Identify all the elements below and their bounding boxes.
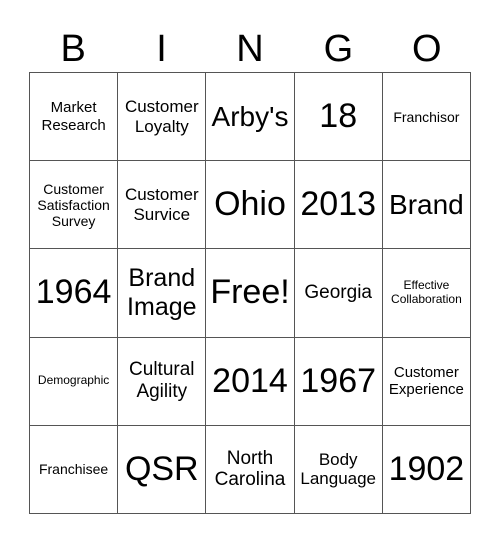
header-letter-i: I	[156, 28, 167, 70]
bingo-cell[interactable]: Franchisee	[30, 425, 119, 514]
bingo-cell[interactable]: 2013	[294, 161, 383, 250]
bingo-cell[interactable]: Customer Satisfaction Survey	[30, 161, 119, 250]
bingo-cell[interactable]: 1902	[382, 425, 471, 514]
bingo-cell[interactable]: 2014	[206, 337, 295, 426]
bingo-cell[interactable]: Cultural Agility	[118, 337, 207, 426]
header-letter-g: G	[323, 28, 354, 70]
bingo-cell[interactable]: Brand Image	[118, 249, 207, 338]
bingo-cell[interactable]: North Carolina	[206, 425, 295, 514]
bingo-cell[interactable]: 1964	[30, 249, 119, 338]
header-letter-o: O	[411, 28, 442, 70]
bingo-cell[interactable]: Ohio	[206, 161, 295, 250]
free-space[interactable]: Free!	[206, 249, 295, 338]
bingo-cell[interactable]: Arby's	[206, 73, 295, 162]
bingo-card: Market Research Customer Loyalty Arby's …	[29, 72, 471, 514]
bingo-cell[interactable]: QSR	[118, 425, 207, 514]
bingo-cell[interactable]: Body Language	[294, 425, 383, 514]
bingo-cell[interactable]: Georgia	[294, 249, 383, 338]
header-letter-b: B	[60, 28, 86, 70]
bingo-cell[interactable]: 1967	[294, 337, 383, 426]
bingo-cell[interactable]: 18	[294, 73, 383, 162]
bingo-cell[interactable]: Franchisor	[382, 73, 471, 162]
bingo-cell[interactable]: Demographic	[30, 337, 119, 426]
bingo-cell[interactable]: Customer Loyalty	[118, 73, 207, 162]
bingo-cell[interactable]: Customer Survice	[118, 161, 207, 250]
bingo-cell[interactable]: Market Research	[30, 73, 119, 162]
bingo-cell[interactable]: Effective Collaboration	[382, 249, 471, 338]
bingo-cell[interactable]: Customer Experience	[382, 337, 471, 426]
header-letter-n: N	[236, 28, 264, 70]
bingo-header: B I N G O	[29, 26, 471, 72]
bingo-cell[interactable]: Brand	[382, 161, 471, 250]
